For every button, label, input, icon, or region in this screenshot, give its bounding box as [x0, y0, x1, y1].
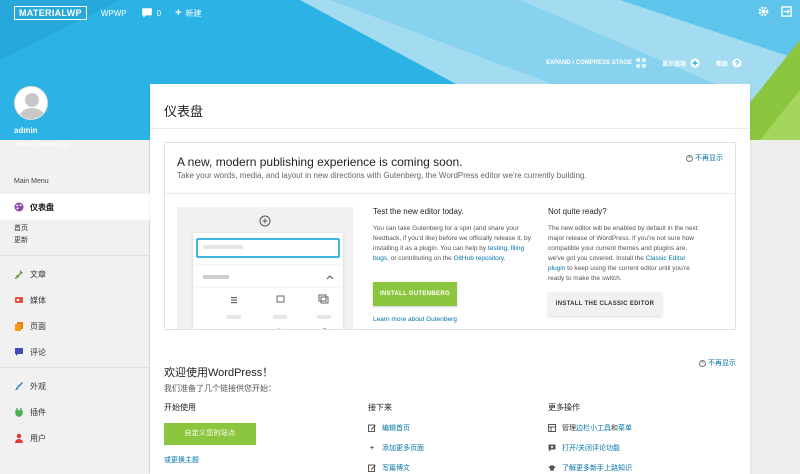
classic-editor-title: Not quite ready?: [548, 207, 607, 216]
gutenberg-illustration: ”: [177, 207, 353, 330]
gutenberg-panel: A new, modern publishing experience is c…: [164, 142, 736, 330]
menu-separator: [0, 367, 150, 368]
classic-editor-text: The new editor will be enabled by defaul…: [548, 225, 698, 282]
edit-icon: [368, 464, 376, 472]
media-icon: [15, 297, 23, 303]
admin-bar: MATERIALWP WPWP 0 + 新建: [0, 0, 800, 26]
test-editor-title: Test the new editor today.: [373, 207, 464, 216]
install-classic-editor-button[interactable]: INSTALL THE CLASSIC EDITOR: [548, 292, 662, 316]
welcome-dismiss-link[interactable]: × 不再显示: [699, 358, 736, 368]
learn-more-link-welcome[interactable]: 了解更多新手上路知识: [548, 463, 738, 473]
test-editor-text: You can take Gutenberg for a spin (and s…: [373, 225, 531, 262]
divider: [165, 193, 735, 194]
screen-options-button[interactable]: 显示选项: [662, 58, 700, 68]
divider: [150, 128, 750, 129]
page-title: 仪表盘: [164, 104, 204, 119]
comments-link[interactable]: 0: [141, 7, 161, 19]
more-actions-title: 更多操作: [548, 403, 580, 412]
stage-toolbar: EXPAND / COMPRESS STAGE 显示选项 帮助 ?: [546, 58, 742, 68]
edit-front-page-link[interactable]: 编辑首页: [368, 423, 528, 433]
widgets-icon: [548, 424, 556, 432]
welcome-panel: 欢迎使用WordPress！ 我们准备了几个链接供您开始：: [164, 364, 736, 394]
sidebar-item-pages[interactable]: 页面: [0, 313, 150, 339]
pin-icon: [15, 270, 23, 279]
logout-icon[interactable]: [781, 6, 792, 17]
close-icon: ×: [686, 154, 693, 162]
expand-stage-button[interactable]: EXPAND / COMPRESS STAGE: [546, 58, 646, 68]
comment-bubble-icon: [15, 348, 23, 356]
help-button[interactable]: 帮助 ?: [716, 58, 742, 68]
pages-icon: [15, 322, 23, 331]
gutenberg-dismiss-link[interactable]: × 不再显示: [686, 153, 723, 163]
sidebar-item-users[interactable]: 用户: [0, 425, 150, 451]
sidebar-item-media[interactable]: 媒体: [0, 287, 150, 313]
manage-widgets-item: 管理边栏小工具和菜单: [548, 423, 738, 433]
palette-icon: [14, 202, 24, 212]
comment-icon: [141, 8, 152, 18]
get-started-column: 开始使用 自定义您的站点 或更换主题: [164, 402, 344, 465]
sidebar-item-comments[interactable]: 评论: [0, 339, 150, 365]
plus-icon: +: [175, 7, 182, 19]
site-name-link[interactable]: WPWP: [101, 9, 127, 18]
sidebar-item-plugins[interactable]: 插件: [0, 399, 150, 425]
get-started-title: 开始使用: [164, 403, 196, 412]
menu-separator: [0, 255, 150, 256]
install-gutenberg-button[interactable]: INSTALL GUTENBERG: [373, 282, 457, 306]
welcome-title: 欢迎使用WordPress！: [164, 367, 274, 379]
learn-more-link[interactable]: Learn more about Gutenberg: [373, 316, 533, 323]
expand-icon: [636, 58, 646, 68]
user-email: admin@wpwp.xyz: [14, 141, 71, 148]
svg-text:?: ?: [735, 61, 739, 68]
widgets-link[interactable]: 边栏小工具: [576, 425, 611, 432]
gutenberg-title: A new, modern publishing experience is c…: [177, 155, 463, 169]
change-theme-link[interactable]: 或更换主题: [164, 455, 344, 465]
toggle-comments-link[interactable]: 打开/关闭评论功能: [548, 443, 738, 453]
block-inserter-mock: ”: [193, 233, 343, 330]
brush-icon: [15, 382, 23, 391]
new-content-link[interactable]: + 新建: [175, 7, 201, 19]
graduation-cap-icon: [548, 465, 556, 471]
menus-link[interactable]: 菜单: [618, 425, 632, 432]
next-steps-title: 接下来: [368, 403, 392, 412]
gear-icon[interactable]: [758, 6, 769, 17]
sidebar-item-posts[interactable]: 文章: [0, 261, 150, 287]
close-icon: ×: [699, 359, 706, 367]
dashboard-submenu: 首页 更新: [0, 220, 150, 253]
comment-x-icon: [548, 444, 556, 452]
new-label: 新建: [185, 8, 202, 18]
main-menu: 仪表盘 首页 更新 文章 媒体 页面 评论 外观 插件 用户: [0, 194, 150, 451]
edit-icon: [368, 424, 376, 432]
test-editor-column: Test the new editor today. You can take …: [373, 207, 533, 323]
testing-link[interactable]: testing: [488, 245, 507, 252]
comments-count: 0: [156, 8, 162, 18]
main-content: 仪表盘 A new, modern publishing experience …: [150, 84, 750, 474]
welcome-subtitle: 我们准备了几个链接供您开始：: [164, 384, 276, 393]
customize-site-button[interactable]: 自定义您的站点: [164, 423, 256, 445]
materialwp-logo[interactable]: MATERIALWP: [14, 6, 87, 20]
help-icon: ?: [732, 58, 742, 68]
avatar[interactable]: [14, 86, 48, 120]
sidebar-subitem-updates[interactable]: 更新: [14, 235, 150, 247]
plug-icon: [15, 408, 23, 417]
user-icon: [15, 433, 23, 443]
write-post-link[interactable]: 写篇博文: [368, 463, 528, 473]
github-link[interactable]: GitHub repository: [454, 255, 504, 262]
sidebar-item-appearance[interactable]: 外观: [0, 373, 150, 399]
user-profile[interactable]: admin admin@wpwp.xyz: [14, 86, 71, 148]
svg-text:”: ”: [277, 327, 281, 330]
plus-circle-icon: [690, 58, 700, 68]
menu-title: Main Menu: [14, 178, 49, 185]
add-pages-link[interactable]: + 添加更多页面: [368, 443, 528, 453]
user-name: admin: [14, 126, 38, 135]
gutenberg-lead: Take your words, media, and layout in ne…: [177, 171, 587, 180]
plus-icon: +: [369, 444, 375, 452]
sidebar-subitem-home[interactable]: 首页: [14, 223, 150, 235]
add-block-icon: [259, 215, 271, 227]
classic-editor-column: Not quite ready? The new editor will be …: [548, 207, 700, 316]
next-steps-column: 接下来 编辑首页 + 添加更多页面 写篇博文: [368, 402, 528, 473]
more-actions-column: 更多操作 管理边栏小工具和菜单 打开/关闭评论功能 了解更多新手上路知识: [548, 402, 738, 473]
sidebar-item-dashboard[interactable]: 仪表盘: [0, 194, 150, 220]
